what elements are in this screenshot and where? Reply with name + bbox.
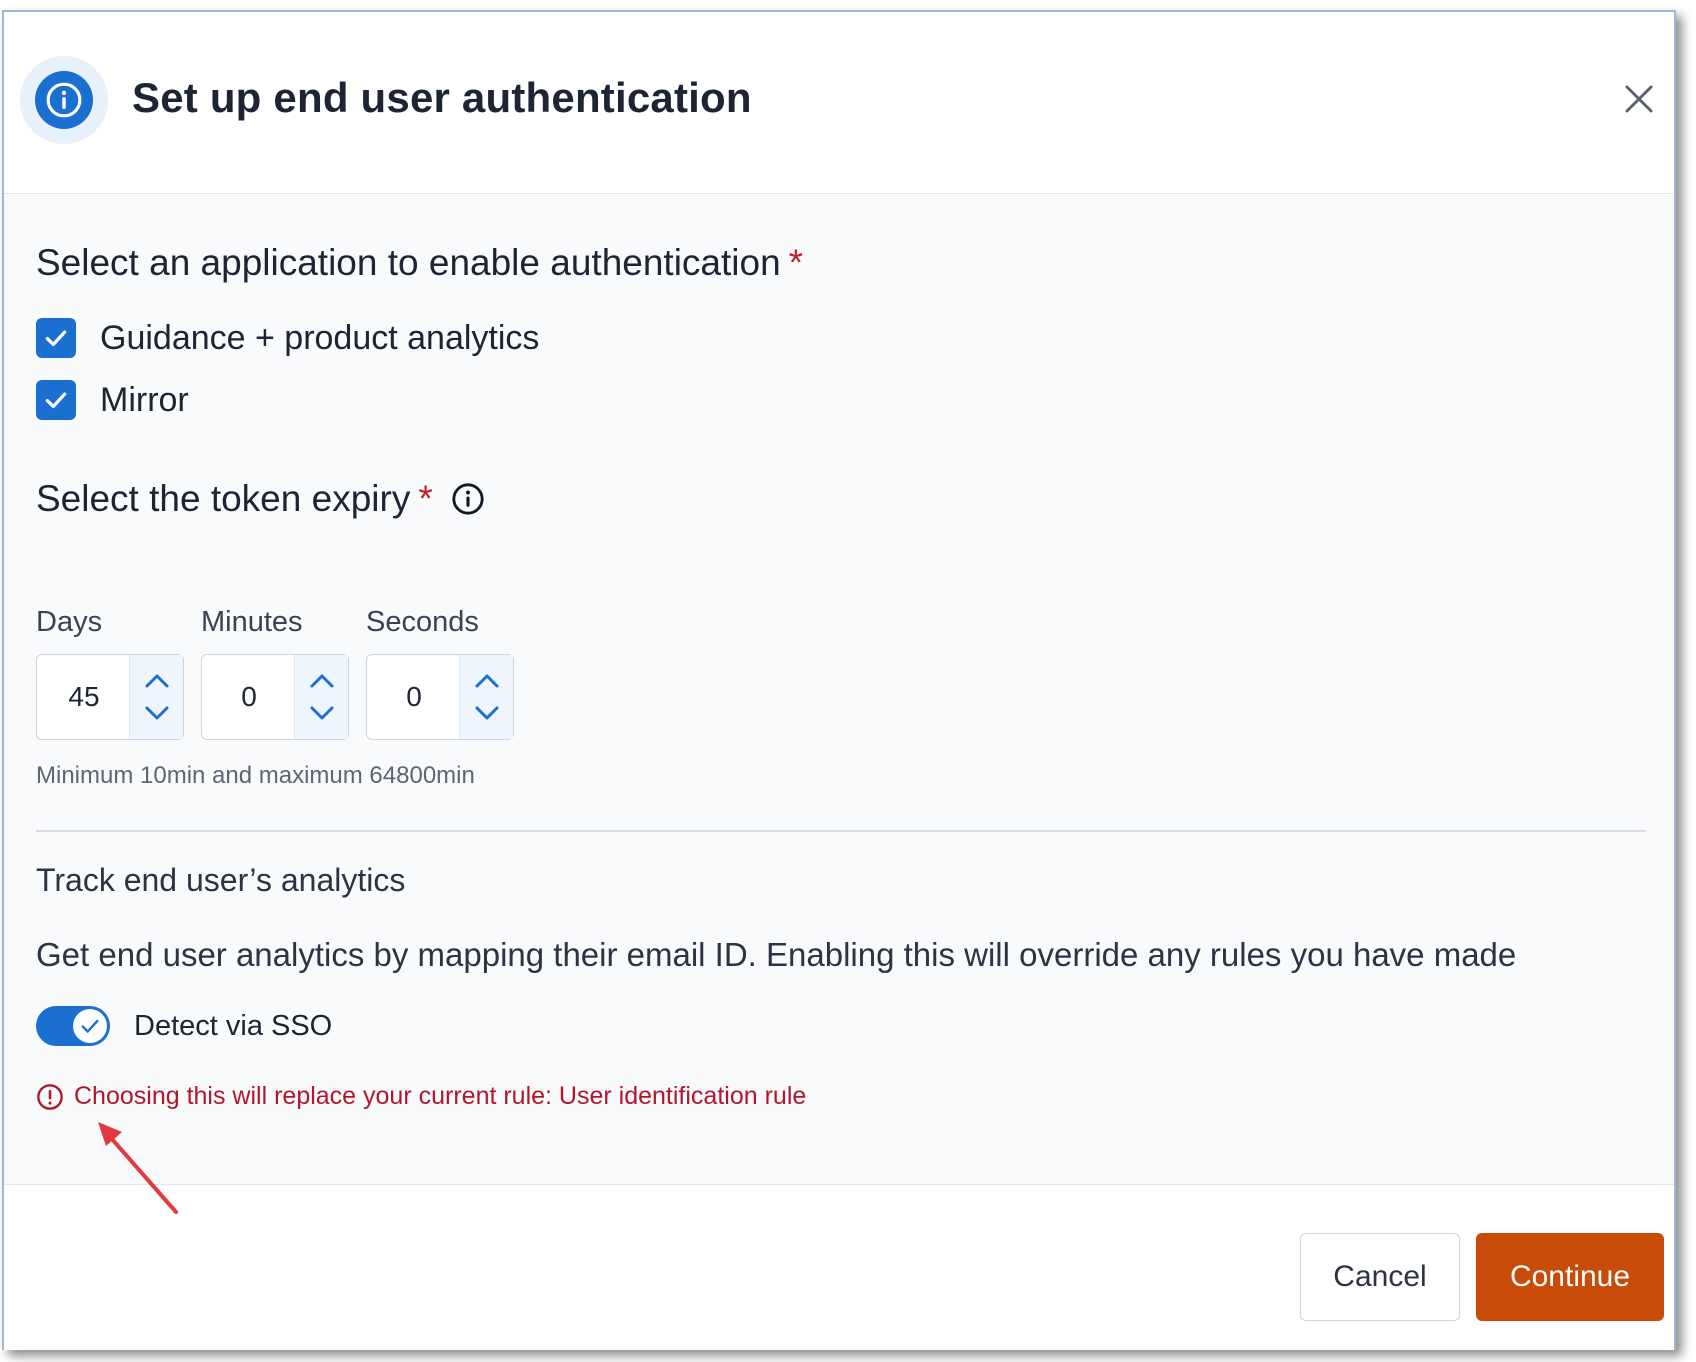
info-icon[interactable] [451, 482, 485, 516]
seconds-stepper [366, 654, 514, 740]
token-section-title: Select the token expiry * [36, 478, 485, 520]
token-expiry-hint: Minimum 10min and maximum 64800min [36, 762, 475, 789]
minutes-input[interactable] [202, 655, 296, 739]
close-icon [1625, 85, 1653, 113]
chevron-down-icon[interactable] [473, 704, 501, 722]
seconds-label: Seconds [366, 606, 479, 638]
analytics-section-title: Track end user’s analytics [36, 862, 406, 898]
chevron-down-icon[interactable] [143, 704, 171, 722]
minutes-stepper [201, 654, 349, 740]
analytics-description: Get end user analytics by mapping their … [36, 936, 1517, 973]
toggle-label: Detect via SSO [134, 1009, 333, 1042]
chevron-up-icon[interactable] [473, 672, 501, 690]
close-button[interactable] [1618, 78, 1660, 120]
required-marker: * [418, 478, 433, 519]
checkbox-label: Guidance + product analytics [100, 318, 540, 357]
chevron-down-icon[interactable] [308, 704, 336, 722]
checkbox-checked[interactable] [36, 318, 76, 358]
section-divider [36, 830, 1646, 832]
seconds-input[interactable] [367, 655, 461, 739]
checkbox-checked[interactable] [36, 380, 76, 420]
check-icon [45, 330, 67, 347]
dialog-footer: Cancel Continue [4, 1184, 1674, 1350]
toggle-knob [73, 1009, 107, 1043]
check-icon [81, 1019, 99, 1033]
days-label: Days [36, 606, 103, 638]
header-icon-badge [20, 56, 108, 144]
info-icon [35, 71, 93, 129]
days-stepper [36, 654, 184, 740]
alert-circle-icon [37, 1083, 63, 1110]
detect-sso-toggle[interactable] [36, 1006, 110, 1046]
cancel-button[interactable]: Cancel [1300, 1233, 1460, 1321]
application-section-title: Select an application to enable authenti… [36, 242, 804, 283]
stepper-arrows [459, 655, 513, 739]
continue-button[interactable]: Continue [1476, 1233, 1664, 1321]
checkbox-guidance-analytics[interactable]: Guidance + product analytics [36, 318, 539, 358]
days-input[interactable] [37, 655, 131, 739]
checkbox-mirror[interactable]: Mirror [36, 380, 189, 420]
annotation-arrow [98, 1122, 178, 1214]
dialog-header: Set up end user authentication [4, 12, 1674, 194]
detect-sso-row: Detect via SSO [36, 1006, 332, 1046]
stepper-arrows [294, 655, 348, 739]
required-marker: * [788, 242, 804, 283]
check-icon [45, 392, 67, 409]
dialog-body: Select an application to enable authenti… [4, 194, 1674, 1184]
auth-setup-dialog: Set up end user authentication Select an… [2, 10, 1676, 1350]
warning-message: Choosing this will replace your current … [36, 1082, 806, 1111]
minutes-label: Minutes [201, 606, 303, 638]
dialog-title: Set up end user authentication [132, 74, 752, 121]
chevron-up-icon[interactable] [308, 672, 336, 690]
stepper-arrows [129, 655, 183, 739]
checkbox-label: Mirror [100, 380, 189, 419]
warning-text: Choosing this will replace your current … [74, 1082, 807, 1110]
chevron-up-icon[interactable] [143, 672, 171, 690]
